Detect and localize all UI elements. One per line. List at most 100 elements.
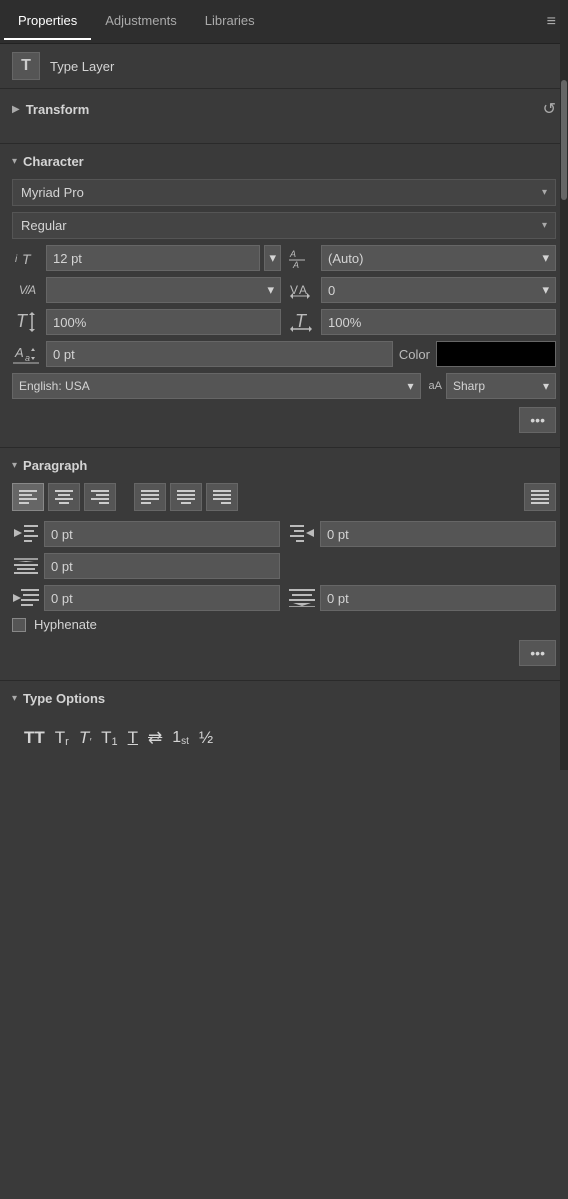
font-style-arrow: ▾ [542,220,547,231]
type-opt-tt[interactable]: TT [24,728,45,748]
indent-right-input[interactable] [320,521,556,547]
indent-left-icon [12,525,40,543]
language-dropdown[interactable]: English: USA ▾ [12,373,421,399]
kerning-dropdown[interactable]: ▾ [46,277,281,303]
svg-text:i: i [15,254,18,265]
transform-section-header[interactable]: ▶ Transform ↺ [12,99,556,119]
scrollbar-thumb[interactable] [561,80,567,200]
svg-text:T: T [22,251,32,267]
antialiasing-group: aA Sharp ▾ [429,373,556,399]
svg-text:A: A [289,249,296,259]
type-options-section: ▾ Type Options TT Tr T′ T1 T ⇄ 1st ½ [0,681,568,770]
scrollbar-track[interactable] [560,0,568,770]
indent-right-group [288,521,556,547]
type-options-section-header[interactable]: ▾ Type Options [12,691,556,706]
language-value: English: USA [19,379,90,393]
transform-reset-icon[interactable]: ↺ [543,99,556,119]
type-opt-t-underline[interactable]: T [128,728,138,748]
leading-arrow: ▾ [542,250,549,266]
antialiasing-value: Sharp [453,379,485,393]
tracking-dropdown[interactable]: 0 ▾ [321,277,556,303]
indent-left-group [12,521,280,547]
justify-right-button[interactable] [206,483,238,511]
vertical-scale-group: T [12,309,281,335]
vertical-scale-icon: T [12,311,42,333]
character-section-header[interactable]: ▾ Character [12,154,556,169]
font-size-unit-arrow: ▾ [269,250,276,266]
font-family-dropdown[interactable]: Myriad Pro ▾ [12,179,556,206]
font-size-leading-row: i T ▾ A A (Auto) [12,245,556,271]
type-opt-t-sub[interactable]: T1 [101,728,118,748]
justify-left-button[interactable] [134,483,166,511]
paragraph-more-button[interactable]: ••• [519,640,556,666]
baseline-shift-icon: A a [12,343,42,365]
tab-libraries[interactable]: Libraries [191,3,269,40]
vertical-scale-input[interactable] [46,309,281,335]
tab-properties[interactable]: Properties [4,3,91,40]
horizontal-scale-input[interactable] [321,309,556,335]
color-swatch[interactable] [436,341,556,367]
align-right-button[interactable] [84,483,116,511]
leading-group: A A (Auto) ▾ [287,245,556,271]
horizontal-scale-group: T [287,309,556,335]
baseline-shift-input[interactable] [46,341,393,367]
leading-dropdown[interactable]: (Auto) ▾ [321,245,556,271]
tab-adjustments[interactable]: Adjustments [91,3,191,40]
antialiasing-icon: aA [429,380,442,392]
svg-text:a: a [25,353,30,363]
font-style-value: Regular [21,218,67,233]
svg-text:A: A [292,260,299,268]
type-opt-tr[interactable]: Tr [55,728,69,748]
first-indent-icon [12,589,40,607]
space-before-icon [12,557,40,575]
color-group: Color [399,341,556,367]
justify-all-button[interactable] [524,483,556,511]
character-more-button[interactable]: ••• [519,407,556,433]
scale-row: T T [12,309,556,335]
type-opt-t-strikethrough[interactable]: ⇄ [148,728,162,748]
space-after-input[interactable] [320,585,556,611]
paragraph-section-header[interactable]: ▾ Paragraph [12,458,556,473]
svg-text:A: A [14,345,24,360]
type-options-row: TT Tr T′ T1 T ⇄ 1st ½ [12,716,556,756]
kerning-icon: V/A [12,283,42,297]
font-family-value: Myriad Pro [21,185,84,200]
svg-text:T: T [16,311,29,331]
first-indent-space-after-row [12,585,556,611]
layer-row: T Type Layer [0,44,568,89]
paragraph-more-btn-container: ••• [12,640,556,666]
layer-label: Type Layer [50,59,114,74]
hyphenate-label: Hyphenate [34,617,97,632]
font-family-arrow: ▾ [542,187,547,198]
font-style-dropdown[interactable]: Regular ▾ [12,212,556,239]
tracking-group: V A 0 ▾ [287,277,556,303]
svg-text:T: T [295,311,308,331]
type-opt-t-prime[interactable]: T′ [79,728,91,748]
space-before-group [12,553,280,579]
first-indent-input[interactable] [44,585,280,611]
type-opt-fraction[interactable]: ½ [199,728,213,748]
indent-left-input[interactable] [44,521,280,547]
paragraph-chevron: ▾ [12,460,17,471]
character-section: ▾ Character Myriad Pro ▾ Regular ▾ i T [0,144,568,448]
svg-text:A: A [299,283,307,297]
font-size-unit-dropdown[interactable]: ▾ [264,245,281,271]
space-before-input[interactable] [44,553,280,579]
type-opt-ordinal[interactable]: 1st [172,729,189,747]
transform-title: Transform [26,102,90,117]
first-indent-group [12,585,280,611]
paragraph-title: Paragraph [23,458,87,473]
leading-value: (Auto) [328,251,363,266]
space-after-icon [288,589,316,607]
character-chevron: ▾ [12,156,17,167]
justify-center-button[interactable] [170,483,202,511]
indent-left-right-row [12,521,556,547]
tracking-arrow: ▾ [542,282,549,298]
antialiasing-dropdown[interactable]: Sharp ▾ [446,373,556,399]
font-size-input[interactable] [46,245,260,271]
lang-antialiasing-row: English: USA ▾ aA Sharp ▾ [12,373,556,399]
hyphenate-checkbox[interactable] [12,618,26,632]
align-center-button[interactable] [48,483,80,511]
kerning-arrow: ▾ [267,282,274,298]
align-left-button[interactable] [12,483,44,511]
